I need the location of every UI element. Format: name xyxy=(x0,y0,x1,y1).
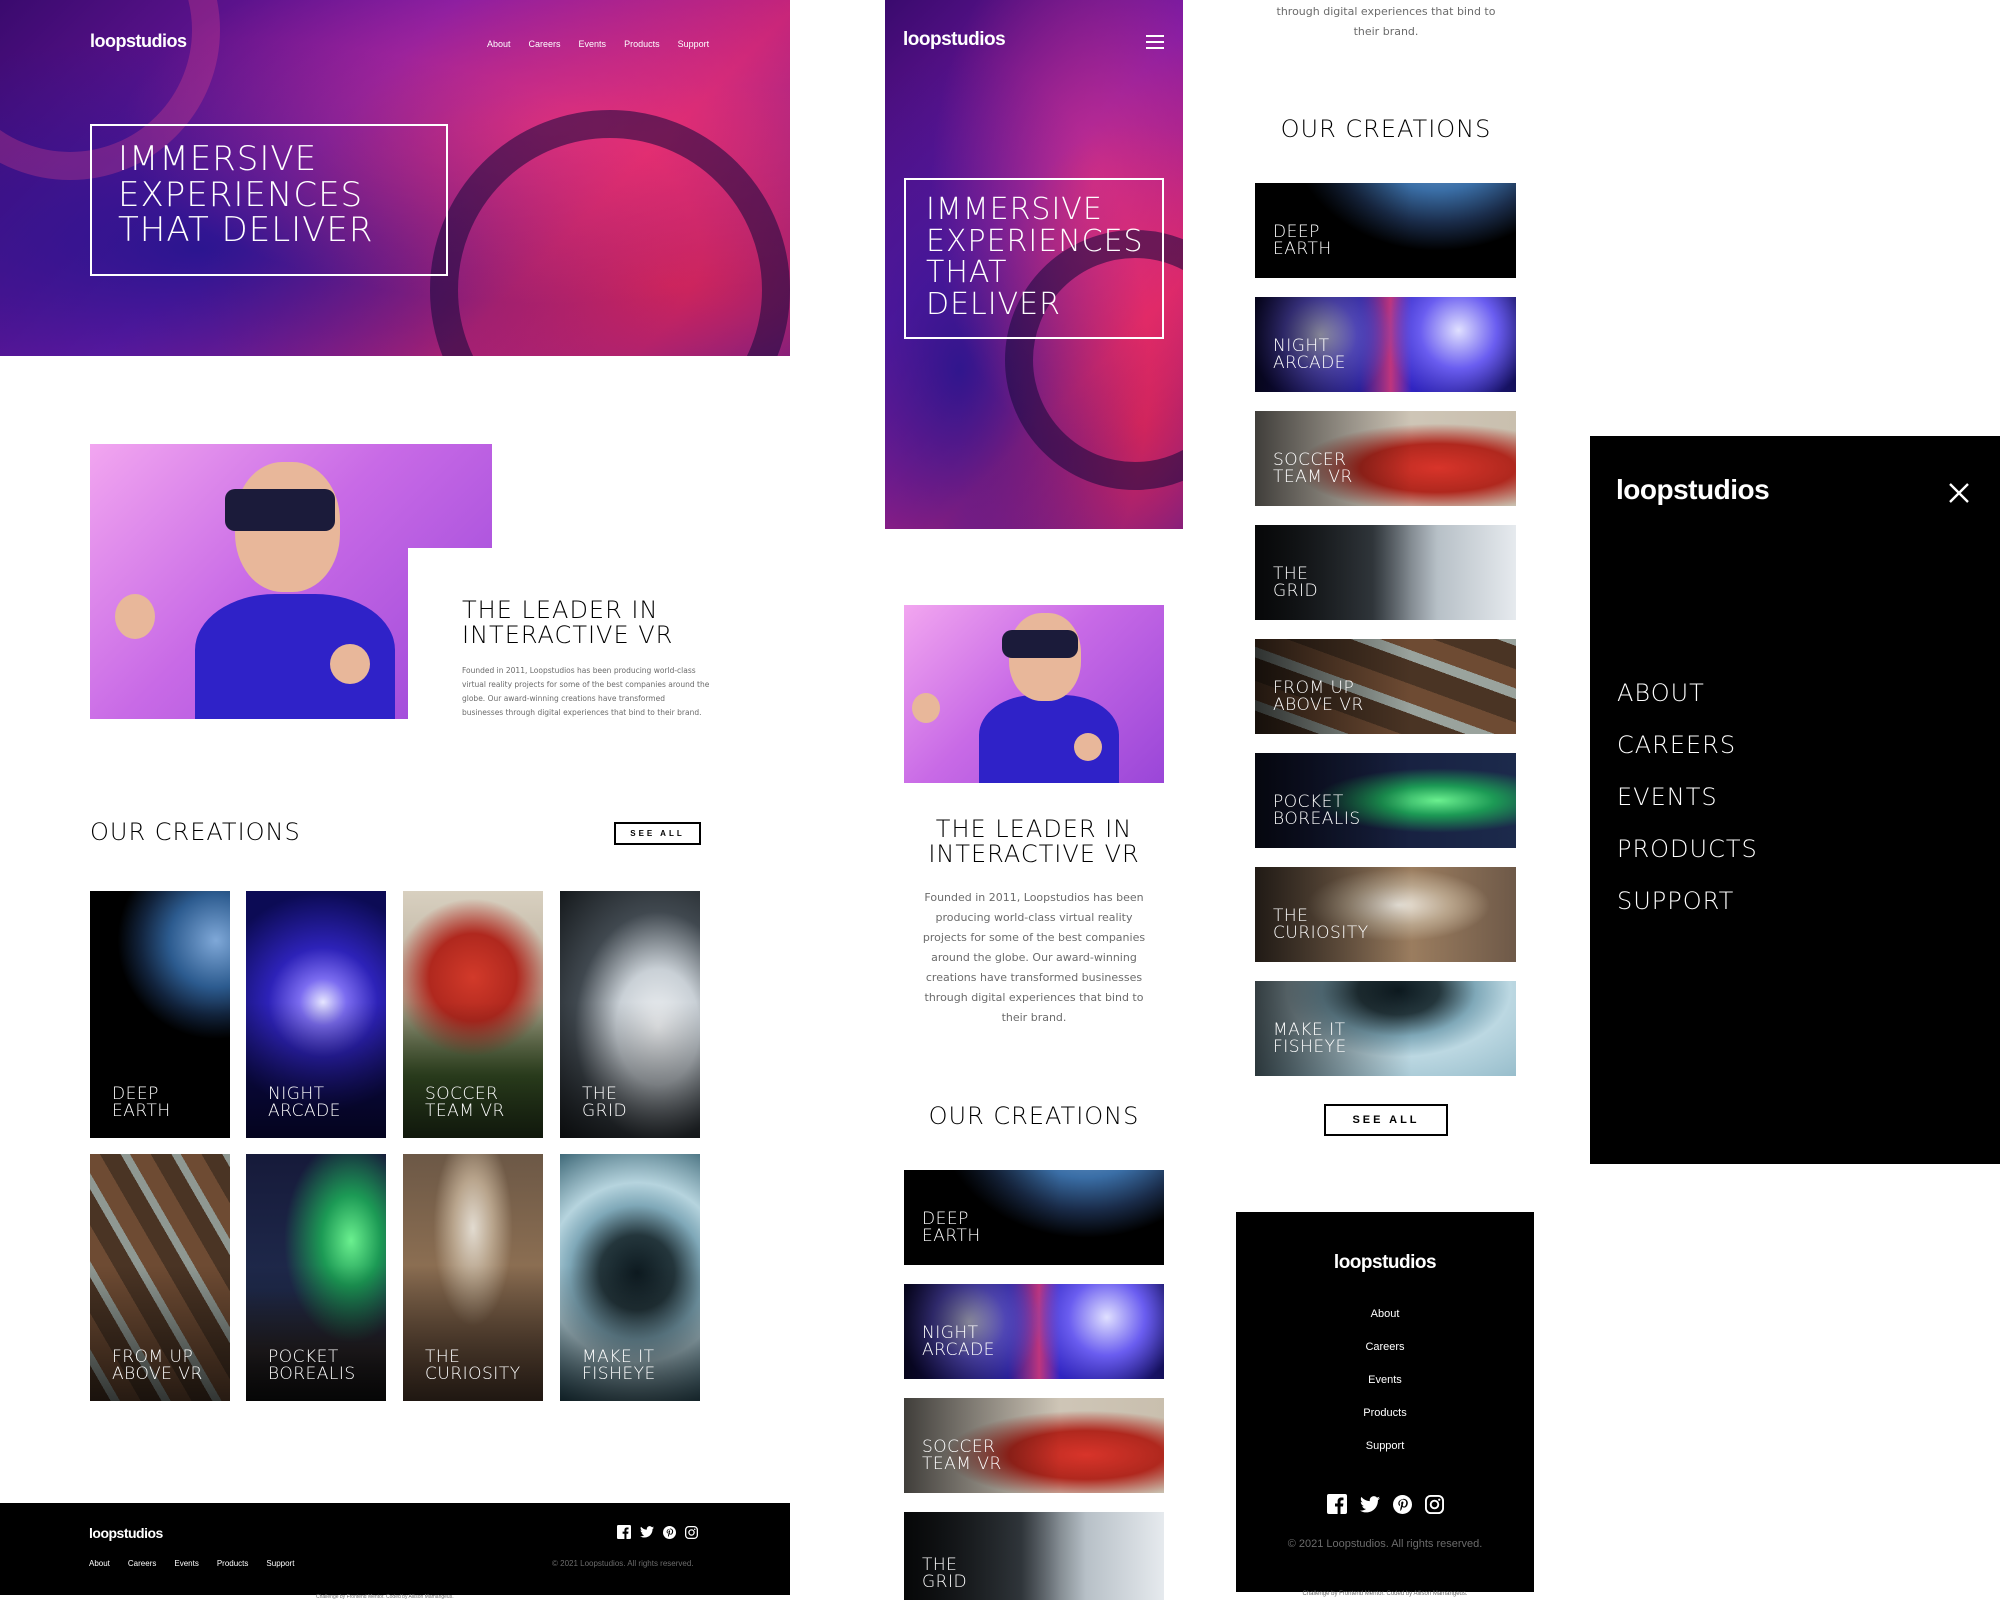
mobile-card-make-it-fisheye[interactable]: MAKE IT FISHEYE xyxy=(1255,981,1516,1076)
mobile-leader-title: THE LEADER IN INTERACTIVE VR xyxy=(928,815,1140,869)
hamburger-icon[interactable] xyxy=(1146,35,1164,49)
menu-item-events[interactable]: EVENTS xyxy=(1617,783,1758,835)
mobile-footer-link-careers[interactable]: Careers xyxy=(1236,1341,1534,1374)
mobile-menu-overlay: loopstudios ABOUT CAREERS EVENTS PRODUCT… xyxy=(1590,436,2000,1164)
nav-link-events[interactable]: Events xyxy=(579,39,607,49)
footer-link-about[interactable]: About xyxy=(89,1559,110,1568)
twitter-icon[interactable] xyxy=(1359,1494,1380,1514)
nav-link-products[interactable]: Products xyxy=(624,39,660,49)
close-icon[interactable] xyxy=(1948,482,1970,504)
facebook-icon[interactable] xyxy=(617,1525,631,1539)
desktop-creation-card-the-grid[interactable]: THE GRID xyxy=(560,891,700,1138)
menu-list: ABOUT CAREERS EVENTS PRODUCTS SUPPORT xyxy=(1617,679,1758,939)
mobile-creation-card-the-grid[interactable]: THE GRID xyxy=(904,1512,1164,1600)
mobile-card-pocket-borealis[interactable]: POCKET BOREALIS xyxy=(1255,753,1516,848)
hero-line-2: EXPERIENCES xyxy=(118,174,364,215)
mobile-card-deep-earth[interactable]: DEEP EARTH xyxy=(1255,183,1516,278)
mobile-vr-photo xyxy=(904,605,1164,783)
desktop-footer-copyright: © 2021 Loopstudios. All rights reserved. xyxy=(552,1559,694,1568)
mobile-footer-social xyxy=(1236,1494,1534,1514)
mobile-footer-link-events[interactable]: Events xyxy=(1236,1374,1534,1407)
menu-item-products[interactable]: PRODUCTS xyxy=(1617,835,1758,887)
mobile-footer: loopstudios About Careers Events Product… xyxy=(1236,1212,1534,1592)
mobile-footer-nav: About Careers Events Products Support xyxy=(1236,1308,1534,1473)
desktop-footer-nav: About Careers Events Products Support xyxy=(89,1559,294,1568)
mobile-footer-copyright: © 2021 Loopstudios. All rights reserved. xyxy=(1287,1538,1483,1550)
desktop-see-all-button[interactable]: SEE ALL xyxy=(614,822,701,845)
mobile-creation-card-deep-earth[interactable]: DEEP EARTH xyxy=(904,1170,1164,1265)
pinterest-icon[interactable] xyxy=(663,1525,676,1539)
nav-link-support[interactable]: Support xyxy=(678,39,710,49)
footer-link-products[interactable]: Products xyxy=(217,1559,249,1568)
desktop-creation-card-the-curiosity[interactable]: THE CURIOSITY xyxy=(403,1154,543,1401)
desktop-view: loopstudios About Careers Events Product… xyxy=(0,0,790,1600)
footer-link-events[interactable]: Events xyxy=(174,1559,198,1568)
desktop-creation-card-make-it-fisheye[interactable]: MAKE IT FISHEYE xyxy=(560,1154,700,1401)
desktop-leader-title: THE LEADER IN INTERACTIVE VR xyxy=(462,596,674,650)
mobile-card-the-curiosity[interactable]: THE CURIOSITY xyxy=(1255,867,1516,962)
mobile-footer-logo[interactable]: loopstudios xyxy=(1236,1252,1534,1274)
pinterest-icon[interactable] xyxy=(1392,1494,1412,1514)
menu-item-about[interactable]: ABOUT xyxy=(1617,679,1758,731)
mobile-creation-card-soccer-team-vr[interactable]: SOCCER TEAM VR xyxy=(904,1398,1164,1493)
mobile-card-night-arcade[interactable]: NIGHT ARCADE xyxy=(1255,297,1516,392)
desktop-nav: About Careers Events Products Support xyxy=(487,39,709,49)
desktop-footer-credit: Challenge by Frontend Mentor. Coded by A… xyxy=(316,1594,454,1600)
desktop-leader-text: Founded in 2011, Loopstudios has been pr… xyxy=(462,666,710,717)
nav-link-careers[interactable]: Careers xyxy=(529,39,561,49)
desktop-creation-card-night-arcade[interactable]: NIGHT ARCADE xyxy=(246,891,386,1138)
mobile-creations-title: OUR CREATIONS xyxy=(928,1102,1140,1130)
instagram-icon[interactable] xyxy=(685,1525,698,1539)
desktop-hero: loopstudios About Careers Events Product… xyxy=(0,0,790,356)
mobile-footer-link-products[interactable]: Products xyxy=(1236,1407,1534,1440)
mobile-view-continued: through digital experiences that bind to… xyxy=(1236,0,1536,1600)
menu-item-support[interactable]: SUPPORT xyxy=(1617,887,1758,939)
menu-logo[interactable]: loopstudios xyxy=(1616,474,1770,506)
mobile-card-the-grid[interactable]: THE GRID xyxy=(1255,525,1516,620)
desktop-creations-title: OUR CREATIONS xyxy=(90,818,301,846)
mobile-footer-link-support[interactable]: Support xyxy=(1236,1440,1534,1473)
desktop-creation-card-pocket-borealis[interactable]: POCKET BOREALIS xyxy=(246,1154,386,1401)
footer-link-support[interactable]: Support xyxy=(266,1559,294,1568)
mobile-creation-card-night-arcade[interactable]: NIGHT ARCADE xyxy=(904,1284,1164,1379)
nav-link-about[interactable]: About xyxy=(487,39,511,49)
desktop-creation-card-from-up-above-vr[interactable]: FROM UP ABOVE VR xyxy=(90,1154,230,1401)
facebook-icon[interactable] xyxy=(1326,1494,1347,1514)
instagram-icon[interactable] xyxy=(1424,1494,1444,1514)
hero-line-1: IMMERSIVE xyxy=(118,139,318,179)
mobile-hero-box: IMMERSIVE EXPERIENCES THAT DELIVER xyxy=(904,178,1164,339)
hero-line-3: THAT DELIVER xyxy=(118,210,374,251)
desktop-creation-card-soccer-team-vr[interactable]: SOCCER TEAM VR xyxy=(403,891,543,1138)
footer-link-careers[interactable]: Careers xyxy=(128,1559,156,1568)
desktop-footer: loopstudios About Careers Events Product… xyxy=(0,1503,790,1595)
desktop-footer-social xyxy=(617,1525,698,1539)
twitter-icon[interactable] xyxy=(640,1525,654,1539)
mobile-hero: loopstudios IMMERSIVE EXPERIENCES THAT D… xyxy=(885,0,1183,529)
mobile-card-from-up-above-vr[interactable]: FROM UP ABOVE VR xyxy=(1255,639,1516,734)
desktop-hero-box: IMMERSIVE EXPERIENCES THAT DELIVER xyxy=(90,124,448,276)
desktop-creation-card-deep-earth[interactable]: DEEP EARTH xyxy=(90,891,230,1138)
desktop-footer-logo[interactable]: loopstudios xyxy=(89,1525,163,1541)
mobile-creations-title-2: OUR CREATIONS xyxy=(1280,115,1492,143)
mobile-logo[interactable]: loopstudios xyxy=(903,29,1006,51)
menu-item-careers[interactable]: CAREERS xyxy=(1617,731,1758,783)
mobile-footer-link-about[interactable]: About xyxy=(1236,1308,1534,1341)
mobile-leader-text-cut: through digital experiences that bind to… xyxy=(1276,5,1496,39)
mobile-leader-text: Founded in 2011, Loopstudios has been pr… xyxy=(922,891,1146,1025)
mobile-view: loopstudios IMMERSIVE EXPERIENCES THAT D… xyxy=(885,0,1183,1600)
mobile-card-soccer-team-vr[interactable]: SOCCER TEAM VR xyxy=(1255,411,1516,506)
mobile-footer-credit: Challenge by Frontend Mentor. Coded by A… xyxy=(1302,1591,1468,1597)
mobile-see-all-button[interactable]: SEE ALL xyxy=(1324,1104,1448,1136)
desktop-logo[interactable]: loopstudios xyxy=(90,31,187,52)
